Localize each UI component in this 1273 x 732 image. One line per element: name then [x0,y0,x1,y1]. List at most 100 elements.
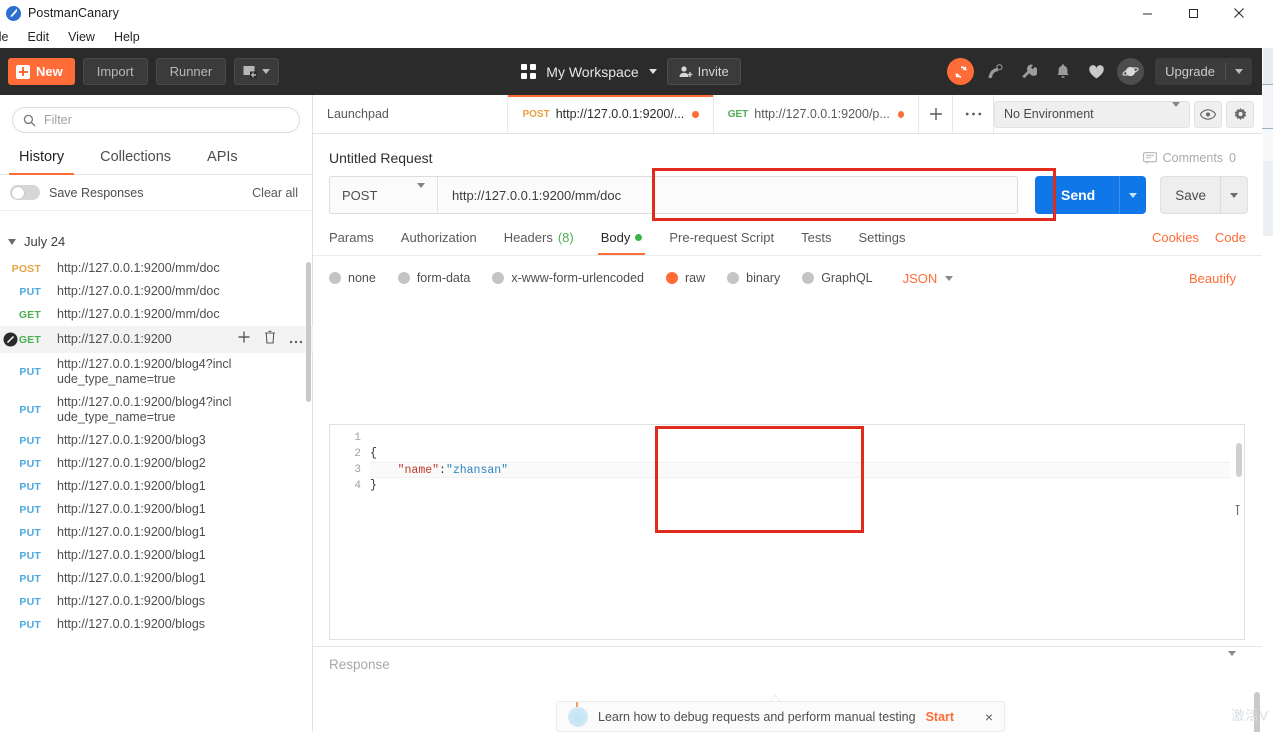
wrench-icon[interactable] [1015,58,1042,85]
list-item[interactable]: PUT http://127.0.0.1:9200/blog1 [0,521,313,544]
environment-select[interactable]: No Environment [994,100,1191,128]
history-url: http://127.0.0.1:9200/blog1 [57,548,206,562]
toast-start-link[interactable]: Start [926,710,954,724]
plus-icon[interactable] [237,330,251,349]
list-item[interactable]: PUT http://127.0.0.1:9200/blog4?include_… [0,391,313,429]
import-button[interactable]: Import [82,58,148,85]
send-chevron-down-icon[interactable] [1120,192,1146,198]
tabs-more-button[interactable] [953,95,993,133]
sync-icon[interactable] [947,58,975,85]
new-button[interactable]: New [8,58,75,85]
environment-quick-look-button[interactable] [1194,100,1223,128]
list-item[interactable]: PUT http://127.0.0.1:9200/blog4?include_… [0,353,313,391]
tab-request-get[interactable]: GET http://127.0.0.1:9200/p... [714,95,920,133]
workspace-chevron-down-icon[interactable] [648,69,657,74]
more-icon[interactable] [289,331,303,349]
upgrade-group: Upgrade [1155,58,1252,85]
info-toast: Learn how to debug requests and perform … [556,701,1005,732]
new-window-button[interactable] [234,58,280,85]
list-item[interactable]: POST http://127.0.0.1:9200/mm/doc [0,257,313,280]
toast-close-icon[interactable]: × [985,709,993,725]
code-link[interactable]: Code [1215,230,1246,245]
list-item[interactable]: PUT http://127.0.0.1:9200/blog1 [0,498,313,521]
save-chevron-down-icon[interactable] [1221,192,1247,198]
body-option-form-data[interactable]: form-data [397,271,470,285]
list-item[interactable]: GET http://127.0.0.1:9200/mm/doc [0,303,313,326]
line-number: 4 [354,480,361,492]
history-method: PUT [19,366,41,378]
radio-icon [492,272,505,284]
list-item[interactable]: PUT http://127.0.0.1:9200/blog2 [0,452,313,475]
runner-button[interactable]: Runner [155,58,227,85]
url-input[interactable]: http://127.0.0.1:9200/mm/doc [438,177,1017,213]
sidebar-tab-history[interactable]: History [8,143,75,175]
body-editor[interactable]: 1 2 3 4 { "name":"zhansan" } ⊺ [329,424,1245,640]
tab-settings[interactable]: Settings [858,230,905,254]
body-format-select[interactable]: JSON [903,271,954,286]
bell-icon[interactable] [1049,58,1076,85]
history-group-header[interactable]: July 24 [0,226,313,257]
list-item[interactable]: PUT http://127.0.0.1:9200/mm/doc [0,280,313,303]
editor-code[interactable]: { "name":"zhansan" } [370,430,1230,494]
list-item[interactable]: PUT http://127.0.0.1:9200/blog1 [0,567,313,590]
list-item[interactable]: PUT http://127.0.0.1:9200/blogs [0,590,313,613]
editor-scrollbar[interactable] [1236,443,1242,477]
environment-settings-button[interactable] [1226,100,1255,128]
history-list[interactable]: July 24 POST http://127.0.0.1:9200/mm/do… [0,226,313,732]
tab-launchpad[interactable]: Launchpad [313,95,509,133]
filter-input-box[interactable]: Filter [12,107,300,133]
list-item[interactable]: PUT http://127.0.0.1:9200/blogs [0,613,313,636]
history-method: PUT [19,595,41,608]
body-option-graphql[interactable]: GraphQL [802,271,873,285]
trash-icon[interactable] [264,330,276,349]
tab-pre-request-script[interactable]: Pre-request Script [669,230,774,254]
maximize-icon[interactable] [1170,0,1216,26]
send-button[interactable]: Send [1035,176,1147,214]
sidebar-scrollbar[interactable] [306,262,311,402]
chevron-down-icon [8,238,16,245]
history-method: PUT [19,618,41,631]
eye-icon [1200,108,1217,120]
body-option-none[interactable]: none [329,271,376,285]
add-tab-button[interactable] [919,95,954,133]
save-button[interactable]: Save [1160,176,1249,214]
close-icon[interactable] [1216,0,1262,26]
clear-all-button[interactable]: Clear all [252,186,298,200]
method-select[interactable]: POST [330,177,438,213]
menu-file[interactable]: ile [0,28,18,46]
upgrade-chevron-down-icon[interactable] [1226,69,1252,74]
sidebar-tab-collections[interactable]: Collections [100,143,171,174]
sidebar-tab-apis[interactable]: APIs [207,143,238,174]
body-option-binary[interactable]: binary [727,271,780,285]
minimize-icon[interactable] [1124,0,1170,26]
body-option-raw[interactable]: raw [666,271,705,285]
save-responses-toggle[interactable] [10,185,40,200]
workspace-name[interactable]: My Workspace [546,64,638,80]
invite-button[interactable]: Invite [666,58,741,85]
heart-icon[interactable] [1083,58,1110,85]
editor-resize-handle[interactable]: ⊺ [1234,503,1243,520]
tab-label: http://127.0.0.1:9200/p... [754,107,890,121]
tab-params[interactable]: Params [329,230,374,254]
tab-tests[interactable]: Tests [801,230,831,254]
list-item[interactable]: PUT http://127.0.0.1:9200/blog3 [0,429,313,452]
beautify-button[interactable]: Beautify [1189,271,1246,286]
tab-body[interactable]: Body [597,230,645,255]
tab-request-post[interactable]: POST http://127.0.0.1:9200/... [508,95,714,133]
response-collapse-chevron-down-icon[interactable] [1228,650,1246,674]
body-option-urlencoded[interactable]: x-www-form-urlencoded [492,271,644,285]
comments-button[interactable]: Comments 0 [1142,151,1246,165]
cookies-link[interactable]: Cookies [1152,230,1199,245]
planet-icon[interactable] [1117,58,1145,85]
menu-help[interactable]: Help [105,28,149,46]
menu-view[interactable]: View [59,28,104,46]
list-item-selected[interactable]: GET http://127.0.0.1:9200 [0,326,313,353]
upgrade-button[interactable]: Upgrade [1155,64,1225,79]
tab-headers[interactable]: Headers (8) [504,230,574,254]
tab-authorization[interactable]: Authorization [401,230,477,254]
list-item[interactable]: PUT http://127.0.0.1:9200/blog1 [0,475,313,498]
satellite-icon[interactable] [981,58,1008,85]
list-item[interactable]: PUT http://127.0.0.1:9200/blog1 [0,544,313,567]
menu-edit[interactable]: Edit [19,28,59,46]
